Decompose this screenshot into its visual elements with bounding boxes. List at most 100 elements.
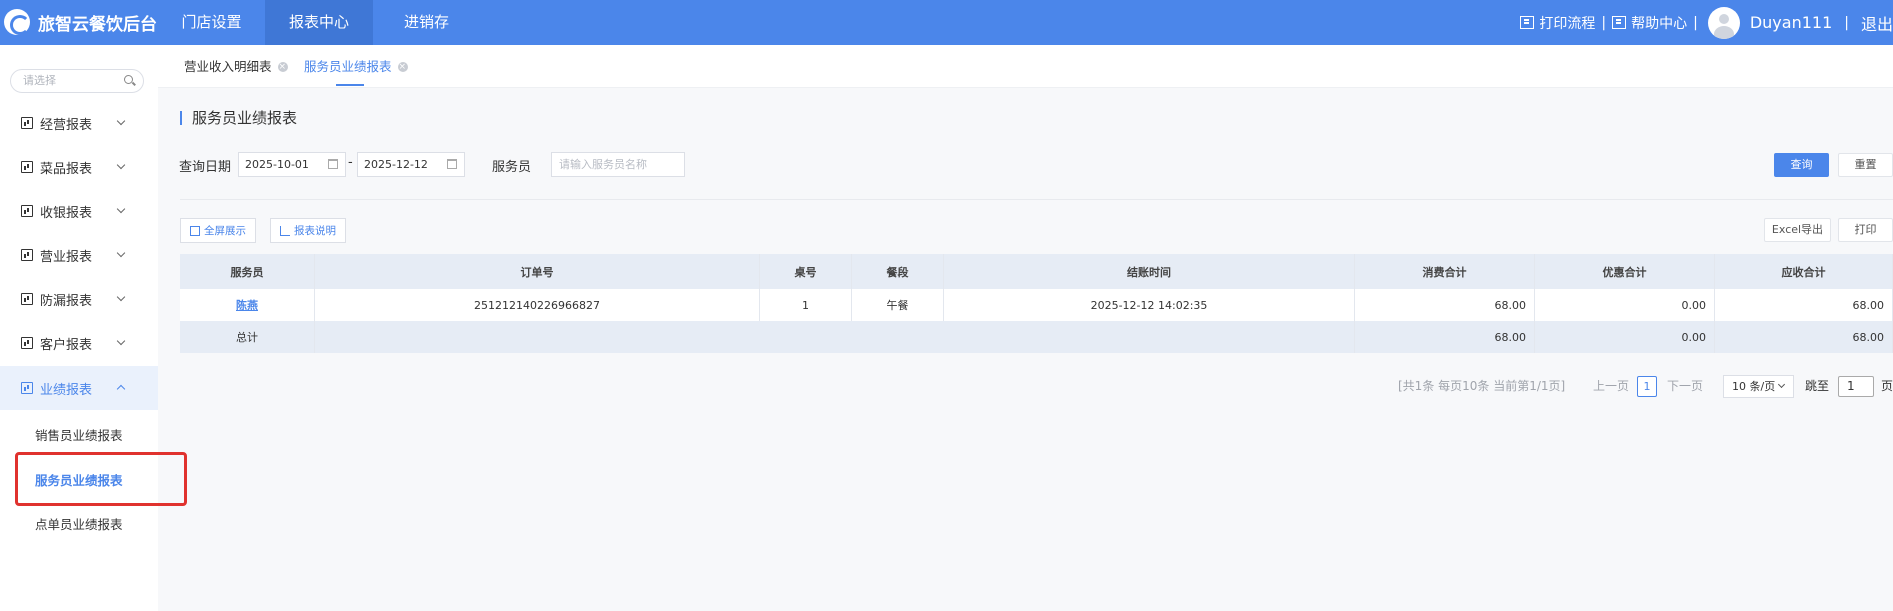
page-number-1[interactable]: 1	[1637, 376, 1657, 397]
logout-link[interactable]: 退出	[1861, 11, 1893, 35]
sidebar-subitem-waiter-performance[interactable]: 服务员业绩报表	[35, 470, 123, 489]
top-bar: 旅智云餐饮后台 门店设置 报表中心 进销存 打印流程 | 帮助中心 | Duya…	[0, 0, 1893, 45]
sidebar-subitem-order-taker-performance[interactable]: 点单员业绩报表	[35, 514, 123, 533]
tab-label: 营业收入明细表	[184, 58, 272, 74]
search-placeholder: 请选择	[23, 74, 56, 87]
chevron-down-icon	[116, 116, 126, 126]
prev-page-button[interactable]: 上一页	[1593, 375, 1629, 397]
date-end-value: 2025-12-12	[364, 158, 428, 171]
waiter-name-link[interactable]: 陈燕	[180, 289, 315, 321]
chevron-down-icon	[116, 204, 126, 214]
column-header[interactable]: 消费合计	[1355, 254, 1535, 289]
table-cell	[944, 321, 1355, 353]
sidebar-item-operations-report[interactable]: 经营报表	[0, 101, 158, 145]
sidebar-item-leak-prevention-report[interactable]: 防漏报表	[0, 277, 158, 321]
nav-inventory[interactable]: 进销存	[373, 0, 480, 45]
table-cell	[760, 321, 852, 353]
column-header[interactable]: 应收合计	[1715, 254, 1893, 289]
chevron-down-icon	[1777, 380, 1786, 389]
page-tabs: 营业收入明细表 服务员业绩报表	[158, 45, 1893, 88]
sidebar-subitem-sales-performance[interactable]: 销售员业绩报表	[35, 425, 123, 444]
sidebar-search-input[interactable]: 请选择	[10, 69, 144, 93]
search-icon[interactable]	[124, 75, 133, 84]
username[interactable]: Duyan111	[1750, 13, 1832, 32]
column-header[interactable]: 服务员	[180, 254, 315, 289]
date-start-value: 2025-10-01	[245, 158, 309, 171]
table-header-row: 服务员 订单号 桌号 餐段 结账时间 消费合计 优惠合计 应收合计	[180, 254, 1893, 289]
sidebar-item-label: 经营报表	[40, 117, 93, 133]
active-tab-indicator	[336, 84, 364, 86]
nav-report-center[interactable]: 报表中心	[265, 0, 373, 45]
table-cell: 68.00	[1355, 289, 1535, 321]
cashier-icon	[21, 205, 33, 217]
sidebar-item-label: 业绩报表	[40, 382, 93, 398]
column-header[interactable]: 桌号	[760, 254, 852, 289]
reset-button[interactable]: 重置	[1838, 153, 1893, 177]
print-button[interactable]: 打印	[1838, 218, 1893, 242]
total-consumption: 68.00	[1355, 321, 1535, 353]
date-end-input[interactable]: 2025-12-12	[357, 152, 465, 177]
document-icon	[1520, 16, 1535, 29]
fullscreen-label: 全屏展示	[204, 225, 246, 237]
sidebar-item-label: 营业报表	[40, 249, 93, 265]
separator: |	[1693, 14, 1698, 31]
print-flow-link[interactable]: 打印流程	[1520, 13, 1595, 33]
nav-store-settings[interactable]: 门店设置	[158, 0, 265, 45]
tab-waiter-performance[interactable]: 服务员业绩报表	[304, 45, 408, 88]
report-description-button[interactable]: 报表说明	[270, 218, 346, 243]
waiter-name-input[interactable]: 请输入服务员名称	[551, 152, 685, 177]
sidebar-item-business-report[interactable]: 营业报表	[0, 233, 158, 277]
sidebar-item-performance-report[interactable]: 业绩报表	[0, 366, 158, 410]
tab-revenue-detail[interactable]: 营业收入明细表	[184, 45, 288, 88]
report-description-label: 报表说明	[294, 225, 336, 237]
divider	[180, 199, 1893, 200]
column-header[interactable]: 订单号	[315, 254, 760, 289]
jump-page-input[interactable]: 1	[1838, 376, 1874, 397]
table-cell: 251212140226966827	[315, 289, 760, 321]
table-cell	[315, 321, 760, 353]
separator: |	[1601, 14, 1607, 31]
table-cell: 68.00	[1715, 289, 1893, 321]
query-date-label: 查询日期	[179, 160, 232, 175]
app-title: 旅智云餐饮后台	[38, 14, 157, 35]
print-flow-label: 打印流程	[1539, 15, 1596, 32]
sidebar-item-cashier-report[interactable]: 收银报表	[0, 189, 158, 233]
date-start-input[interactable]: 2025-10-01	[238, 152, 346, 177]
next-page-button[interactable]: 下一页	[1667, 375, 1703, 397]
help-center-link[interactable]: 帮助中心	[1612, 13, 1687, 33]
fullscreen-icon	[190, 225, 200, 236]
document-icon	[1612, 16, 1627, 29]
total-receivable: 68.00	[1715, 321, 1893, 353]
column-header[interactable]: 优惠合计	[1535, 254, 1715, 289]
app-logo[interactable]: 旅智云餐饮后台	[4, 7, 157, 37]
date-separator: -	[348, 155, 353, 170]
excel-export-button[interactable]: Excel导出	[1764, 218, 1831, 242]
page-size-value: 10 条/页	[1732, 380, 1776, 393]
fullscreen-button[interactable]: 全屏展示	[180, 218, 256, 243]
help-center-label: 帮助中心	[1631, 15, 1688, 32]
sidebar-item-label: 收银报表	[40, 205, 93, 221]
avatar[interactable]	[1707, 6, 1740, 39]
sidebar-item-label: 菜品报表	[40, 161, 93, 177]
close-icon[interactable]	[397, 47, 408, 87]
calendar-icon	[447, 159, 457, 169]
table-total-row: 总计 68.00 0.00 68.00	[180, 321, 1893, 353]
dish-report-icon	[21, 161, 33, 173]
close-icon[interactable]	[277, 47, 288, 87]
pagination-summary: [共1条 每页10条 当前第1/1页]	[1398, 379, 1566, 393]
performance-icon	[21, 382, 33, 394]
shield-icon	[21, 293, 33, 305]
column-header[interactable]: 结账时间	[944, 254, 1355, 289]
page-size-select[interactable]: 10 条/页	[1723, 375, 1794, 398]
separator: |	[1844, 14, 1849, 31]
page-title: 服务员业绩报表	[180, 111, 297, 126]
table-row: 陈燕 251212140226966827 1 午餐 2025-12-12 14…	[180, 289, 1893, 321]
top-right-actions: 打印流程 | 帮助中心 | Duyan111 | 退出	[1520, 0, 1893, 45]
chart-icon	[21, 117, 33, 129]
chevron-up-icon	[116, 384, 126, 394]
column-header[interactable]: 餐段	[852, 254, 944, 289]
sidebar-item-dish-report[interactable]: 菜品报表	[0, 145, 158, 189]
sidebar-item-label: 防漏报表	[40, 293, 93, 309]
query-button[interactable]: 查询	[1774, 153, 1829, 177]
sidebar-item-customer-report[interactable]: 客户报表	[0, 321, 158, 365]
